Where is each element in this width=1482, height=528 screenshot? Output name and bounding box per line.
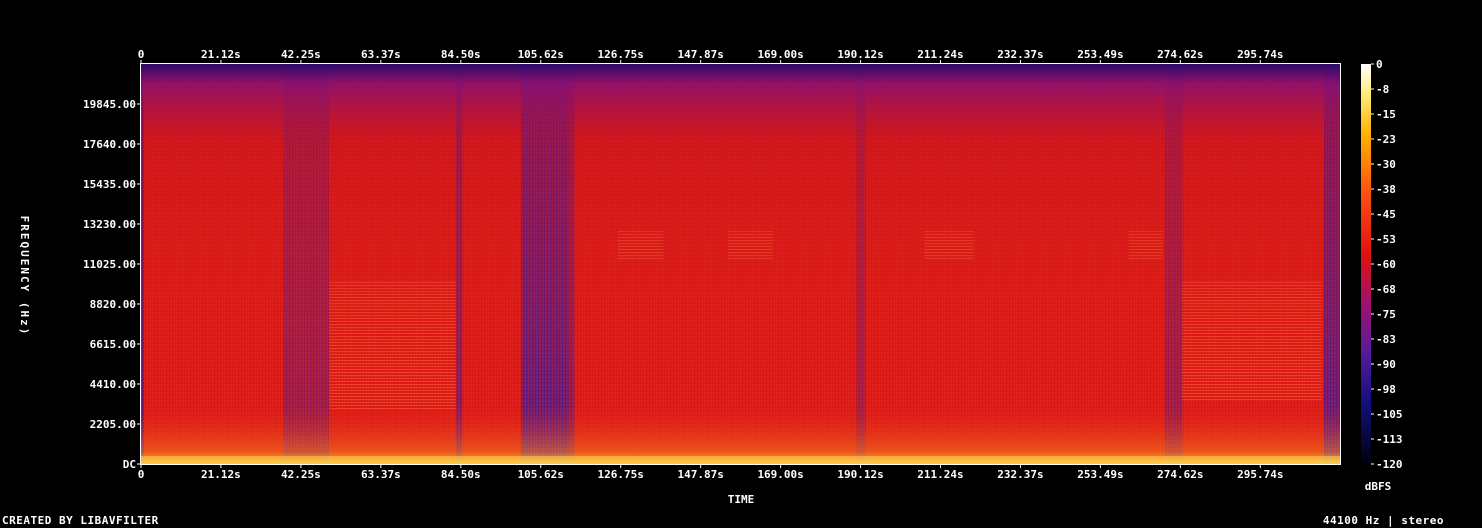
x-tick-bottom-label: 211.24s [917, 468, 963, 481]
x-tick-bottom-label: 232.37s [997, 468, 1043, 481]
colorbar-tick-label: -90 [1376, 358, 1396, 371]
colorbar: 0 -8 -15 -23 -30 -38 -45 -53 -60 -68 -75 -83 -90 -98 -… [1361, 58, 1403, 471]
x-tick-bottom-label: 274.62s [1157, 468, 1203, 481]
spectrogram-chart: 0 21.12s 42.25s 63.37s 84.50s 105.62s 126.75s 1… [18, 48, 1403, 506]
y-axis-label: FREQUENCY (Hz) [18, 216, 31, 337]
x-tick-bottom-label: 84.50s [441, 468, 481, 481]
x-tick-top-label: 21.12s [201, 48, 241, 61]
x-tick-bottom-label: 295.74s [1237, 468, 1283, 481]
x-tick-bottom-label: 169.00s [757, 468, 803, 481]
y-tick-label: 13230.00 [83, 218, 136, 231]
credit-text: CREATED BY LIBAVFILTER [2, 514, 159, 527]
colorbar-tick-label: -120 [1376, 458, 1403, 471]
colorbar-tick-label: -60 [1376, 258, 1396, 271]
colorbar-label: dBFS [1365, 480, 1392, 493]
x-tick-top-label: 253.49s [1077, 48, 1123, 61]
x-axis-label: TIME [728, 493, 755, 506]
x-tick-bottom-label: 42.25s [281, 468, 321, 481]
plot-area [140, 63, 1341, 465]
colorbar-tick-label: -38 [1376, 183, 1396, 196]
x-tick-top-label: 84.50s [441, 48, 481, 61]
colorbar-tick-label: -113 [1376, 433, 1403, 446]
colorbar-tick-label: -45 [1376, 208, 1396, 221]
x-tick-top-label: 232.37s [997, 48, 1043, 61]
colorbar-tick-label: -53 [1376, 233, 1396, 246]
colorbar-tick-label: -23 [1376, 133, 1396, 146]
x-tick-bottom-label: 63.37s [361, 468, 401, 481]
x-tick-bottom-label: 0 [138, 468, 145, 481]
x-tick-top-label: 0 [138, 48, 145, 61]
x-tick-top-label: 147.87s [677, 48, 723, 61]
y-axis: DC 2205.00 4410.00 6615.00 8820.00 11025.00 13… [83, 98, 141, 471]
x-axis-bottom: 0 21.12s 42.25s 63.37s 84.50s 105.62s 126.75s 1… [138, 464, 1283, 481]
x-tick-top-label: 105.62s [518, 48, 564, 61]
frequency-fade [141, 64, 1340, 464]
x-tick-top-label: 190.12s [837, 48, 883, 61]
x-tick-top-label: 169.00s [757, 48, 803, 61]
x-tick-bottom-label: 147.87s [677, 468, 723, 481]
x-tick-bottom-label: 126.75s [598, 468, 644, 481]
y-tick-label: 11025.00 [83, 258, 136, 271]
colorbar-bar [1361, 64, 1371, 464]
colorbar-tick-label: 0 [1376, 58, 1383, 71]
colorbar-tick-label: -75 [1376, 308, 1396, 321]
colorbar-tick-label: -83 [1376, 333, 1396, 346]
x-tick-top-label: 126.75s [598, 48, 644, 61]
x-tick-bottom-label: 21.12s [201, 468, 241, 481]
colorbar-tick-label: -15 [1376, 108, 1396, 121]
y-tick-label: DC [123, 458, 136, 471]
x-tick-top-label: 274.62s [1157, 48, 1203, 61]
x-tick-top-label: 295.74s [1237, 48, 1283, 61]
colorbar-tick-label: -98 [1376, 383, 1396, 396]
audio-info-text: 44100 Hz | stereo [1322, 514, 1444, 527]
x-tick-bottom-label: 105.62s [518, 468, 564, 481]
y-tick-label: 15435.00 [83, 178, 136, 191]
low-frequency-energy [141, 456, 1340, 464]
x-tick-top-label: 42.25s [281, 48, 321, 61]
y-tick-label: 6615.00 [90, 338, 136, 351]
y-tick-label: 4410.00 [90, 378, 136, 391]
y-tick-label: 19845.00 [83, 98, 136, 111]
colorbar-tick-label: -8 [1376, 83, 1389, 96]
y-tick-label: 17640.00 [83, 138, 136, 151]
colorbar-tick-label: -68 [1376, 283, 1396, 296]
x-tick-bottom-label: 190.12s [837, 468, 883, 481]
x-axis-top: 0 21.12s 42.25s 63.37s 84.50s 105.62s 126.75s 1… [138, 48, 1283, 64]
x-tick-top-label: 211.24s [917, 48, 963, 61]
x-tick-bottom-label: 253.49s [1077, 468, 1123, 481]
colorbar-tick-label: -30 [1376, 158, 1396, 171]
y-tick-label: 2205.00 [90, 418, 136, 431]
x-tick-top-label: 63.37s [361, 48, 401, 61]
colorbar-tick-label: -105 [1376, 408, 1403, 421]
y-tick-label: 8820.00 [90, 298, 136, 311]
